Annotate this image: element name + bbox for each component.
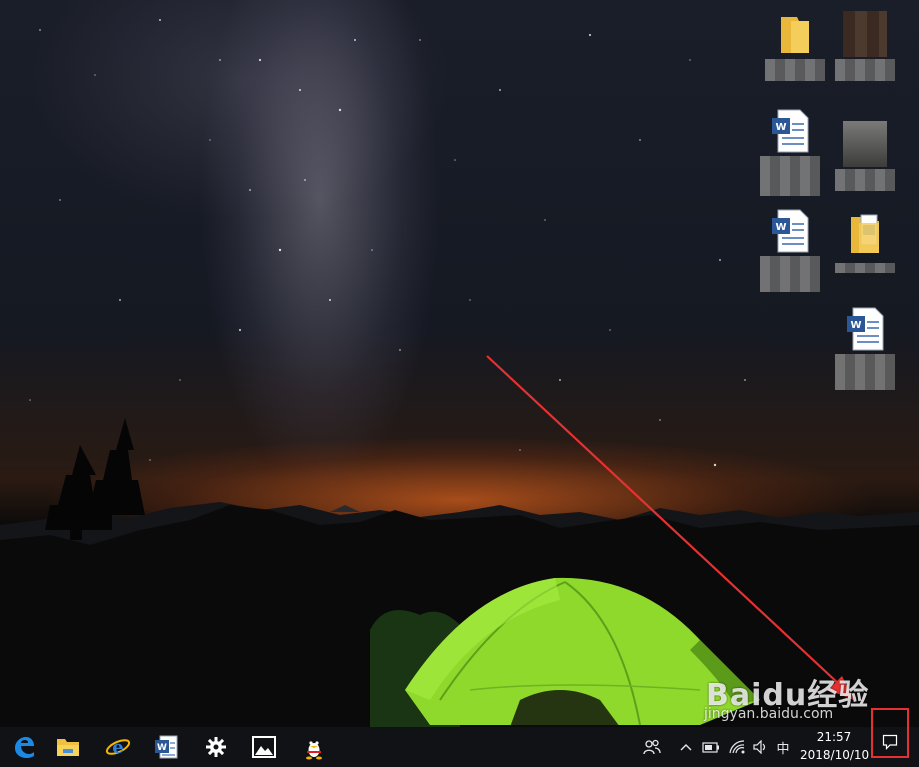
folder-icon xyxy=(57,739,79,756)
taskbar-app-qq[interactable] xyxy=(290,727,338,767)
tray-show-hidden-icons[interactable] xyxy=(676,727,696,767)
tray-wifi[interactable] xyxy=(726,727,748,767)
desktop-icon-label xyxy=(760,156,820,196)
svg-text:W: W xyxy=(775,122,786,133)
action-center-button[interactable] xyxy=(871,708,909,758)
internet-explorer-icon: e xyxy=(105,737,131,758)
svg-text:e: e xyxy=(112,737,123,758)
desktop-icon-image[interactable] xyxy=(825,115,905,201)
desktop-icon-label xyxy=(835,59,895,81)
svg-text:W: W xyxy=(157,743,167,753)
desktop-icon-image[interactable] xyxy=(825,5,905,91)
desktop-icon-label xyxy=(835,263,895,273)
desktop-icon-label xyxy=(835,169,895,191)
desktop-icon-folder-documents[interactable] xyxy=(825,205,905,291)
desktop-icon-folder[interactable] xyxy=(755,5,835,91)
desktop-icon-word-doc[interactable]: W xyxy=(750,202,830,292)
tray-volume[interactable] xyxy=(750,727,772,767)
desktop-icon-word-doc[interactable]: W xyxy=(825,300,905,390)
word-document-icon: W xyxy=(847,307,884,351)
desktop[interactable]: W W W Baidu经验 jingyan.baidu.com xyxy=(0,0,919,727)
folder-icon xyxy=(781,17,809,53)
desktop-icon-label xyxy=(835,354,895,390)
edge-icon xyxy=(15,737,34,758)
tray-input-method[interactable]: 中 xyxy=(772,727,794,767)
desktop-icon-label xyxy=(760,256,820,292)
image-file-icon xyxy=(843,121,887,167)
tray-clock[interactable]: 21:57 2018/10/10 xyxy=(800,727,870,767)
clock-date: 2018/10/10 xyxy=(800,748,870,762)
folder-with-documents-icon xyxy=(851,214,879,253)
taskbar-app-edge[interactable] xyxy=(0,727,48,767)
battery-icon xyxy=(702,742,719,753)
tray-people[interactable] xyxy=(640,727,664,767)
image-file-icon xyxy=(843,11,887,57)
gear-icon xyxy=(206,737,226,757)
clock-time: 21:57 xyxy=(816,730,852,744)
word-document-icon: W xyxy=(772,209,809,253)
word-document-icon: W xyxy=(772,109,809,153)
taskbar-app-photos[interactable] xyxy=(240,727,288,767)
chevron-up-icon xyxy=(680,744,692,751)
notification-icon xyxy=(882,734,898,750)
tray-battery[interactable] xyxy=(700,727,722,767)
desktop-icon-label xyxy=(765,59,825,81)
svg-text:W: W xyxy=(775,222,786,233)
taskbar-app-file-explorer[interactable] xyxy=(44,727,92,767)
photos-icon xyxy=(252,736,276,758)
wifi-icon xyxy=(729,740,745,754)
taskbar: e W 中 21:57 2018/10/10 xyxy=(0,727,919,767)
word-icon: W xyxy=(155,735,178,759)
qq-penguin-icon xyxy=(306,738,322,760)
people-icon xyxy=(643,739,661,755)
taskbar-app-word[interactable]: W xyxy=(142,727,190,767)
desktop-icon-word-doc[interactable]: W xyxy=(750,102,830,196)
taskbar-app-settings[interactable] xyxy=(192,727,240,767)
taskbar-app-internet-explorer[interactable]: e xyxy=(94,727,142,767)
speaker-icon xyxy=(753,740,766,754)
svg-text:W: W xyxy=(850,320,861,331)
